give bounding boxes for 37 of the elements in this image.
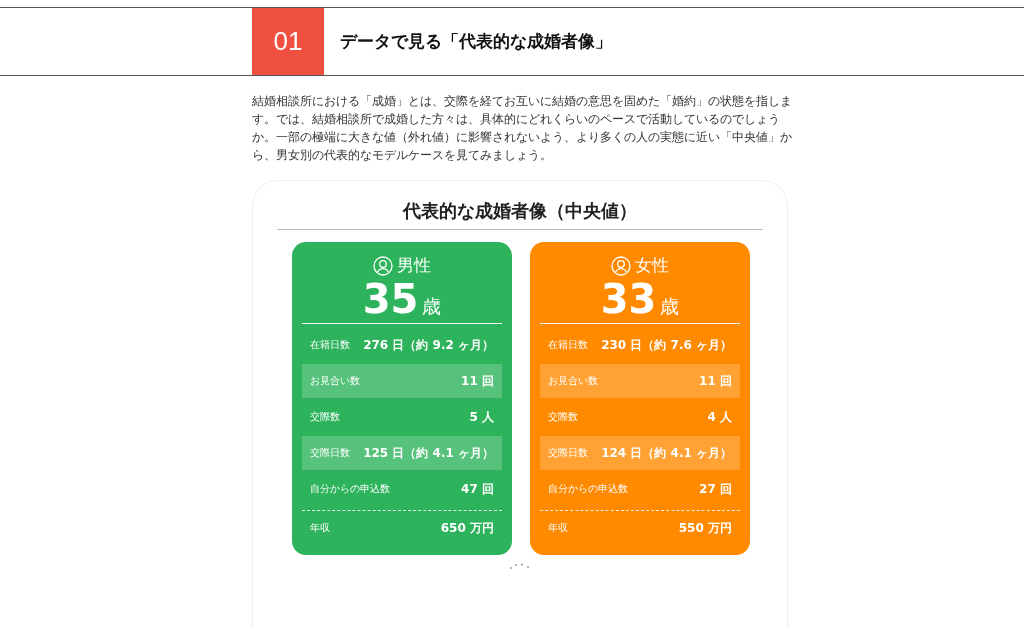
age-unit: 歳 [422,294,442,319]
stat-value: 276 日（約 9.2 ヶ月） [363,336,494,354]
stat-value: 11 回 [699,372,732,390]
stat-label: 年収 [548,521,568,535]
section-number: 01 [252,8,324,75]
age-unit: 歳 [660,294,680,319]
stat-value: 11 回 [461,372,494,390]
age-value: 33 [600,277,657,321]
stat-label: 在籍日数 [548,338,588,352]
spinner-icon [509,563,531,569]
stat-label: 自分からの申込数 [310,482,390,496]
stat-label: 自分からの申込数 [548,482,628,496]
intro-paragraph: 結婚相談所における「成婚」とは、交際を経てお互いに結婚の意思を固めた「婚約」の状態を指します。では、結婚相談所で成婚した方々は、具体的にどれくらいのペースで活動しているのでしょうか。一部の極端に大きな値（外れ値）に影響されないよう、より多くの人の実態に近い「中央値」から、男女別の代表的なモデルケースを見てみましょう。 [252,93,792,164]
stat-value: 4 人 [707,408,732,426]
section-title: データで見る「代表的な成婚者像」 [340,30,612,53]
stat-label: 交際数 [548,410,578,424]
card-title: 代表的な成婚者像（中央値） [277,199,763,230]
person-icon [373,255,393,276]
stat-value: 27 回 [699,480,732,498]
person-icon [611,255,631,276]
stat-value: 550 万円 [678,519,732,537]
stat-value: 650 万円 [440,519,494,537]
stat-value: 5 人 [469,408,494,426]
stat-label: 年収 [310,521,330,535]
gender-label: 女性 [635,254,669,277]
stat-label: お見合い数 [548,374,598,388]
stat-value: 47 回 [461,480,494,498]
gender-label: 男性 [397,254,431,277]
stat-value: 125 日（約 4.1 ヶ月） [363,444,494,462]
stat-label: 交際日数 [548,446,588,460]
stat-value: 230 日（約 7.6 ヶ月） [601,336,732,354]
stat-label: 在籍日数 [310,338,350,352]
stat-label: お見合い数 [310,374,360,388]
stat-label: 交際数 [310,410,340,424]
stat-value: 124 日（約 4.1 ヶ月） [601,444,732,462]
stat-label: 交際日数 [310,446,350,460]
age-value: 35 [362,277,419,321]
